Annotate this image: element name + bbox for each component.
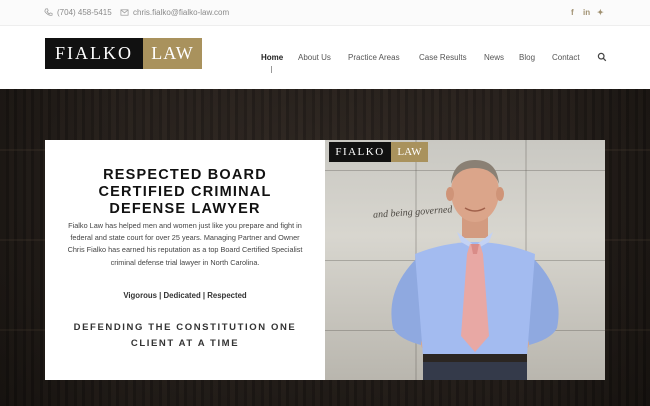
nav-contact[interactable]: Contact bbox=[552, 53, 580, 62]
facebook-icon[interactable]: f bbox=[571, 8, 574, 17]
top-bar: (704) 458-5415 chris.fialko@fialko-law.c… bbox=[0, 0, 650, 26]
hero-motto: DEFENDING THE CONSTITUTION ONE CLIENT AT… bbox=[73, 322, 297, 349]
nav-home[interactable]: Home bbox=[261, 53, 283, 62]
hero-description: Fialko Law has helped men and women just… bbox=[67, 221, 303, 267]
photo-logo-fialko: FIALKO bbox=[329, 142, 391, 162]
site-logo[interactable]: FIALKO LAW bbox=[45, 38, 202, 69]
email-text: chris.fialko@fialko-law.com bbox=[133, 8, 230, 17]
email-link[interactable]: chris.fialko@fialko-law.com bbox=[120, 8, 229, 17]
site-header: FIALKO LAW Home About Us Practice Areas … bbox=[0, 26, 650, 89]
nav-news[interactable]: News bbox=[484, 53, 504, 62]
nav-practice-areas[interactable]: Practice Areas bbox=[348, 53, 400, 62]
active-nav-indicator bbox=[271, 66, 272, 73]
hero-title: RESPECTED BOARD CERTIFIED CRIMINAL DEFEN… bbox=[98, 167, 272, 217]
twitter-icon[interactable]: ✦ bbox=[597, 8, 604, 17]
phone-icon bbox=[44, 8, 53, 16]
attorney-photo: and being governed FIALKO LAW bbox=[325, 140, 605, 380]
search-icon[interactable] bbox=[597, 52, 607, 62]
linkedin-icon[interactable]: in bbox=[583, 8, 590, 17]
logo-text-fialko: FIALKO bbox=[45, 38, 143, 69]
nav-case-results[interactable]: Case Results bbox=[419, 53, 467, 62]
logo-text-law: LAW bbox=[143, 38, 202, 69]
nav-blog[interactable]: Blog bbox=[519, 53, 535, 62]
hero-tagline: Vigorous | Dedicated | Respected bbox=[123, 291, 247, 300]
hero-text-card: RESPECTED BOARD CERTIFIED CRIMINAL DEFEN… bbox=[45, 140, 325, 380]
photo-logo: FIALKO LAW bbox=[329, 142, 428, 162]
envelope-icon bbox=[120, 9, 129, 16]
phone-text: (704) 458-5415 bbox=[57, 8, 112, 17]
phone-link[interactable]: (704) 458-5415 bbox=[44, 8, 112, 17]
photo-logo-law: LAW bbox=[391, 142, 428, 162]
attorney-figure bbox=[391, 160, 559, 380]
nav-about-us[interactable]: About Us bbox=[298, 53, 331, 62]
